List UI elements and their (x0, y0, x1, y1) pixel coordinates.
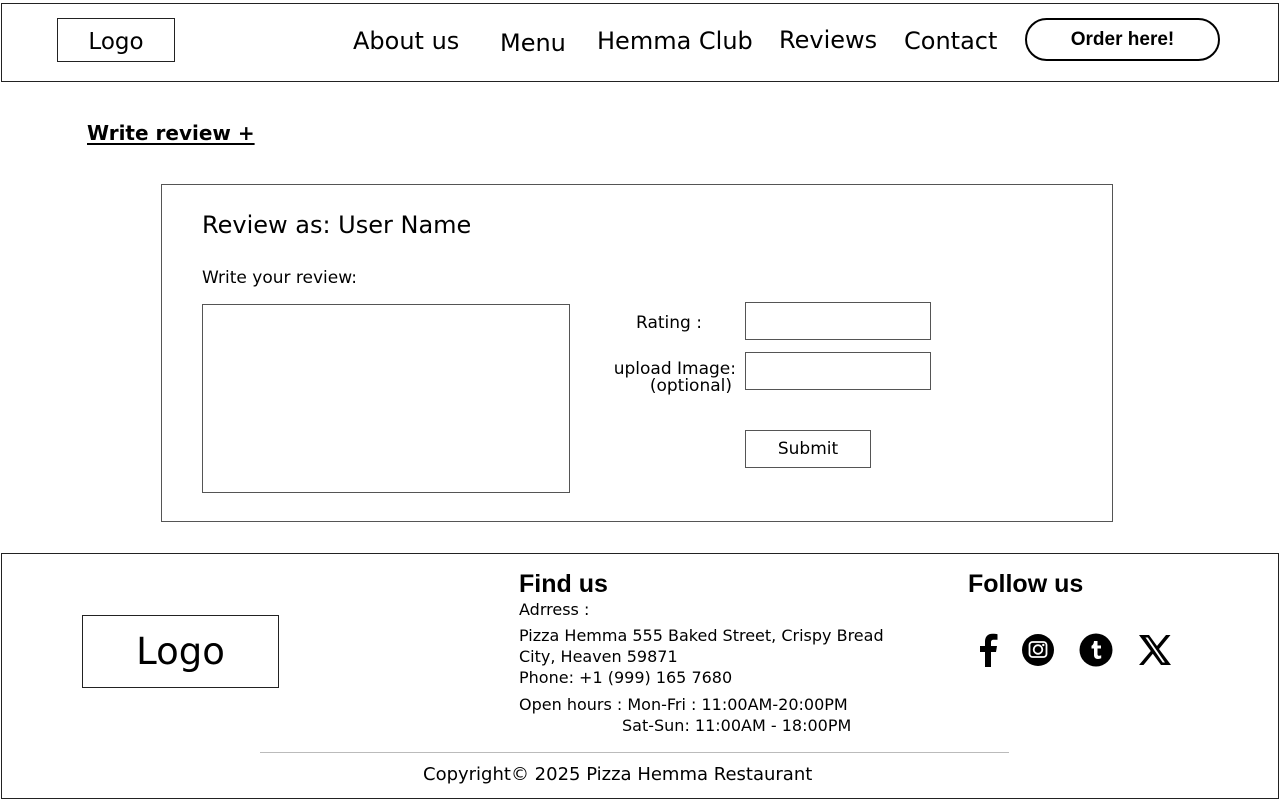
site-header: Logo About us Menu Hemma Club Reviews Co… (1, 3, 1279, 82)
nav-about-us[interactable]: About us (353, 27, 459, 55)
nav-hemma-club[interactable]: Hemma Club (597, 27, 753, 55)
submit-button[interactable]: Submit (745, 430, 871, 468)
open-hours-weekdays: Open hours : Mon-Fri : 11:00AM-20:00PM (519, 695, 848, 714)
copyright-text: Copyright© 2025 Pizza Hemma Restaurant (423, 764, 813, 785)
footer-logo[interactable]: Logo (82, 615, 279, 688)
nav-menu[interactable]: Menu (500, 29, 566, 57)
review-form: Review as: User Name Write your review: … (161, 184, 1113, 522)
address-line-1: Pizza Hemma 555 Baked Street, Crispy Bre… (519, 626, 884, 645)
x-icon[interactable] (1137, 632, 1173, 668)
write-review-link[interactable]: Write review + (87, 121, 255, 145)
upload-image-label-line2: (optional) (649, 376, 732, 396)
phone-number: Phone: +1 (999) 165 7680 (519, 668, 733, 687)
upload-image-label: upload Image: (optional) (582, 361, 736, 395)
instagram-icon[interactable] (1020, 632, 1056, 668)
nav-contact[interactable]: Contact (904, 27, 997, 55)
find-us-heading: Find us (519, 570, 608, 598)
footer-divider (260, 752, 1009, 753)
write-review-label: Write your review: (202, 268, 357, 288)
tumblr-icon[interactable] (1078, 632, 1114, 668)
nav-reviews[interactable]: Reviews (779, 26, 877, 54)
facebook-icon[interactable] (970, 632, 1006, 668)
header-logo[interactable]: Logo (57, 18, 175, 62)
site-footer: Logo Find us Adrress : Pizza Hemma 555 B… (1, 553, 1279, 799)
order-button[interactable]: Order here! (1025, 18, 1220, 61)
address-line-2: City, Heaven 59871 (519, 647, 678, 666)
address-label: Adrress : (519, 600, 590, 619)
follow-us-heading: Follow us (968, 570, 1084, 598)
rating-input[interactable] (745, 302, 931, 340)
review-form-title: Review as: User Name (202, 211, 472, 239)
upload-image-input[interactable] (745, 352, 931, 390)
rating-label: Rating : (636, 313, 702, 333)
review-textarea[interactable] (202, 304, 570, 493)
open-hours-weekend: Sat-Sun: 11:00AM - 18:00PM (622, 716, 852, 735)
